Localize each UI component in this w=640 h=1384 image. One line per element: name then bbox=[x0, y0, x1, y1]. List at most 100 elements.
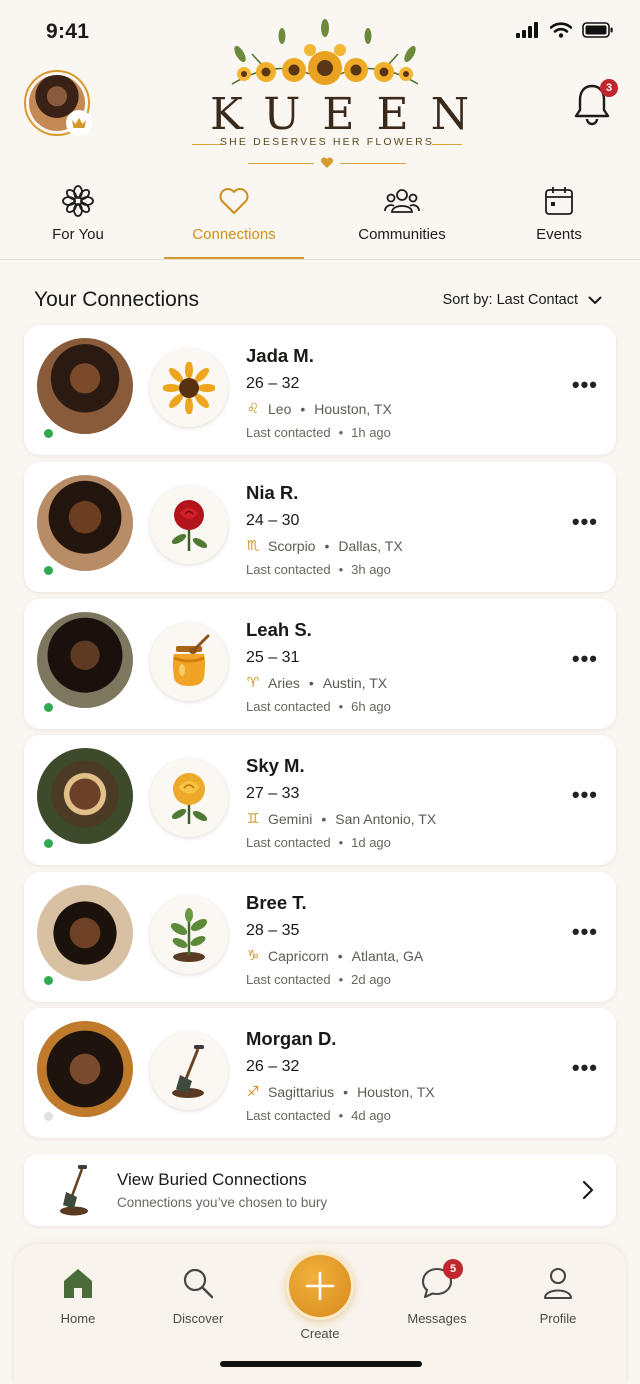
last-contacted: Last contacted • 2d ago bbox=[246, 972, 391, 987]
brand-logo-text: KUEEN bbox=[210, 89, 492, 140]
nav-profile[interactable]: Profile bbox=[508, 1266, 608, 1326]
connection-card[interactable]: Leah S. 25 – 31 ♈ Aries • Austin, TX Las… bbox=[24, 599, 616, 729]
tab-connections[interactable]: Connections bbox=[164, 178, 304, 260]
last-contacted-label: Last contacted bbox=[246, 425, 331, 440]
last-contacted-time: 6h ago bbox=[351, 699, 391, 714]
connection-name: Leah S. bbox=[246, 619, 312, 640]
connection-meta: ♌ Leo • Houston, TX bbox=[246, 400, 392, 417]
last-contacted-time: 3h ago bbox=[351, 562, 391, 577]
separator-dot: • bbox=[338, 835, 344, 850]
nav-home[interactable]: Home bbox=[28, 1266, 128, 1326]
section-title: Your Connections bbox=[34, 288, 200, 311]
notification-badge: 3 bbox=[600, 79, 618, 97]
last-contacted: Last contacted • 1h ago bbox=[246, 425, 391, 440]
separator-dot: • bbox=[338, 425, 344, 440]
top-tabs: For You Connections Communities Events bbox=[0, 178, 640, 260]
zodiac-sign: Sagittarius bbox=[268, 1083, 335, 1100]
app-header: KUEEN SHE DESERVES HER FLOWERS 3 bbox=[0, 0, 640, 175]
nav-messages[interactable]: Messages bbox=[387, 1266, 487, 1326]
separator-dot: • bbox=[308, 674, 314, 691]
connection-location: Atlanta, GA bbox=[351, 947, 424, 964]
heart-ornament-icon bbox=[320, 157, 334, 168]
tab-communities[interactable]: Communities bbox=[332, 178, 472, 260]
last-contacted-time: 4d ago bbox=[351, 1108, 391, 1123]
connection-location: Dallas, TX bbox=[338, 537, 403, 554]
nav-discover-label: Discover bbox=[172, 1311, 224, 1326]
connection-meta: ♏ Scorpio • Dallas, TX bbox=[246, 537, 403, 554]
more-options-icon[interactable]: ••• bbox=[572, 648, 598, 670]
shovel-icon bbox=[172, 1045, 204, 1098]
tab-for-you-label: For You bbox=[52, 226, 104, 243]
chevron-down-icon bbox=[588, 296, 602, 304]
more-options-icon[interactable]: ••• bbox=[572, 921, 598, 943]
flower-badge bbox=[150, 896, 228, 974]
plus-icon bbox=[305, 1271, 335, 1301]
sort-dropdown[interactable]: Sort by: Last Contact bbox=[443, 292, 602, 308]
connection-photo bbox=[37, 475, 133, 571]
zodiac-gemini-icon: ♊ bbox=[246, 810, 260, 826]
flower-badge bbox=[150, 1032, 228, 1110]
separator-dot: • bbox=[321, 810, 327, 827]
connection-meta: ♐ Sagittarius • Houston, TX bbox=[246, 1083, 435, 1100]
connection-card[interactable]: Sky M. 27 – 33 ♊ Gemini • San Antonio, T… bbox=[24, 735, 616, 865]
my-avatar[interactable] bbox=[24, 70, 92, 136]
buried-connections-row[interactable]: View Buried Connections Connections you’… bbox=[24, 1154, 616, 1226]
nav-messages-label: Messages bbox=[407, 1311, 467, 1326]
separator-dot: • bbox=[338, 1108, 344, 1123]
connection-card[interactable]: Bree T. 28 – 35 ♑ Capricorn • Atlanta, G… bbox=[24, 872, 616, 1002]
connection-name: Sky M. bbox=[246, 755, 305, 776]
more-options-icon[interactable]: ••• bbox=[572, 1057, 598, 1079]
zodiac-aries-icon: ♈ bbox=[246, 674, 260, 690]
red-rose-icon bbox=[171, 500, 208, 551]
more-options-icon[interactable]: ••• bbox=[572, 511, 598, 533]
buried-title: View Buried Connections bbox=[117, 1170, 307, 1189]
last-contacted-label: Last contacted bbox=[246, 1108, 331, 1123]
online-indicator bbox=[44, 703, 53, 712]
nav-discover[interactable]: Discover bbox=[148, 1266, 248, 1326]
sunflower-icon bbox=[163, 362, 215, 414]
last-contacted-label: Last contacted bbox=[246, 562, 331, 577]
tab-for-you[interactable]: For You bbox=[8, 178, 148, 260]
separator-dot: • bbox=[338, 699, 344, 714]
zodiac-capricorn-icon: ♑ bbox=[246, 947, 260, 963]
connection-photo bbox=[37, 748, 133, 844]
flower-badge bbox=[150, 349, 228, 427]
last-contacted-label: Last contacted bbox=[246, 972, 331, 987]
connection-card[interactable]: Jada M. 26 – 32 ♌ Leo • Houston, TX Last… bbox=[24, 325, 616, 455]
connection-card[interactable]: Morgan D. 26 – 32 ♐ Sagittarius • Housto… bbox=[24, 1008, 616, 1138]
connection-photo bbox=[37, 612, 133, 708]
more-options-icon[interactable]: ••• bbox=[572, 374, 598, 396]
tab-connections-label: Connections bbox=[192, 226, 276, 243]
more-options-icon[interactable]: ••• bbox=[572, 784, 598, 806]
zodiac-sign: Scorpio bbox=[268, 537, 316, 554]
brand-tagline: SHE DESERVES HER FLOWERS bbox=[219, 136, 435, 148]
flower-badge bbox=[150, 623, 228, 701]
chevron-right-icon bbox=[582, 1180, 594, 1200]
connection-card[interactable]: Nia R. 24 – 30 ♏ Scorpio • Dallas, TX La… bbox=[24, 462, 616, 592]
people-icon bbox=[384, 189, 420, 213]
tagline-line-bottom-left bbox=[248, 163, 314, 164]
search-icon bbox=[183, 1268, 214, 1299]
flower-icon bbox=[62, 185, 94, 217]
yellow-rose-icon bbox=[171, 773, 208, 824]
separator-dot: • bbox=[324, 537, 330, 554]
connection-age: 24 – 30 bbox=[246, 512, 300, 529]
last-contacted: Last contacted • 3h ago bbox=[246, 562, 391, 577]
flower-badge bbox=[150, 486, 228, 564]
tab-communities-label: Communities bbox=[358, 226, 446, 243]
connection-name: Nia R. bbox=[246, 482, 299, 503]
person-icon bbox=[543, 1267, 573, 1300]
honey-jar-icon bbox=[173, 634, 210, 686]
zodiac-sign: Aries bbox=[268, 674, 300, 691]
create-button[interactable] bbox=[286, 1252, 354, 1320]
last-contacted-label: Last contacted bbox=[246, 835, 331, 850]
connection-location: Houston, TX bbox=[357, 1083, 435, 1100]
offline-indicator bbox=[44, 1112, 53, 1121]
separator-dot: • bbox=[343, 1083, 349, 1100]
nav-home-label: Home bbox=[60, 1311, 96, 1326]
messages-badge: 5 bbox=[443, 1259, 463, 1279]
online-indicator bbox=[44, 429, 53, 438]
tab-events[interactable]: Events bbox=[489, 178, 629, 260]
active-tab-indicator bbox=[164, 257, 304, 259]
connection-photo bbox=[37, 338, 133, 434]
